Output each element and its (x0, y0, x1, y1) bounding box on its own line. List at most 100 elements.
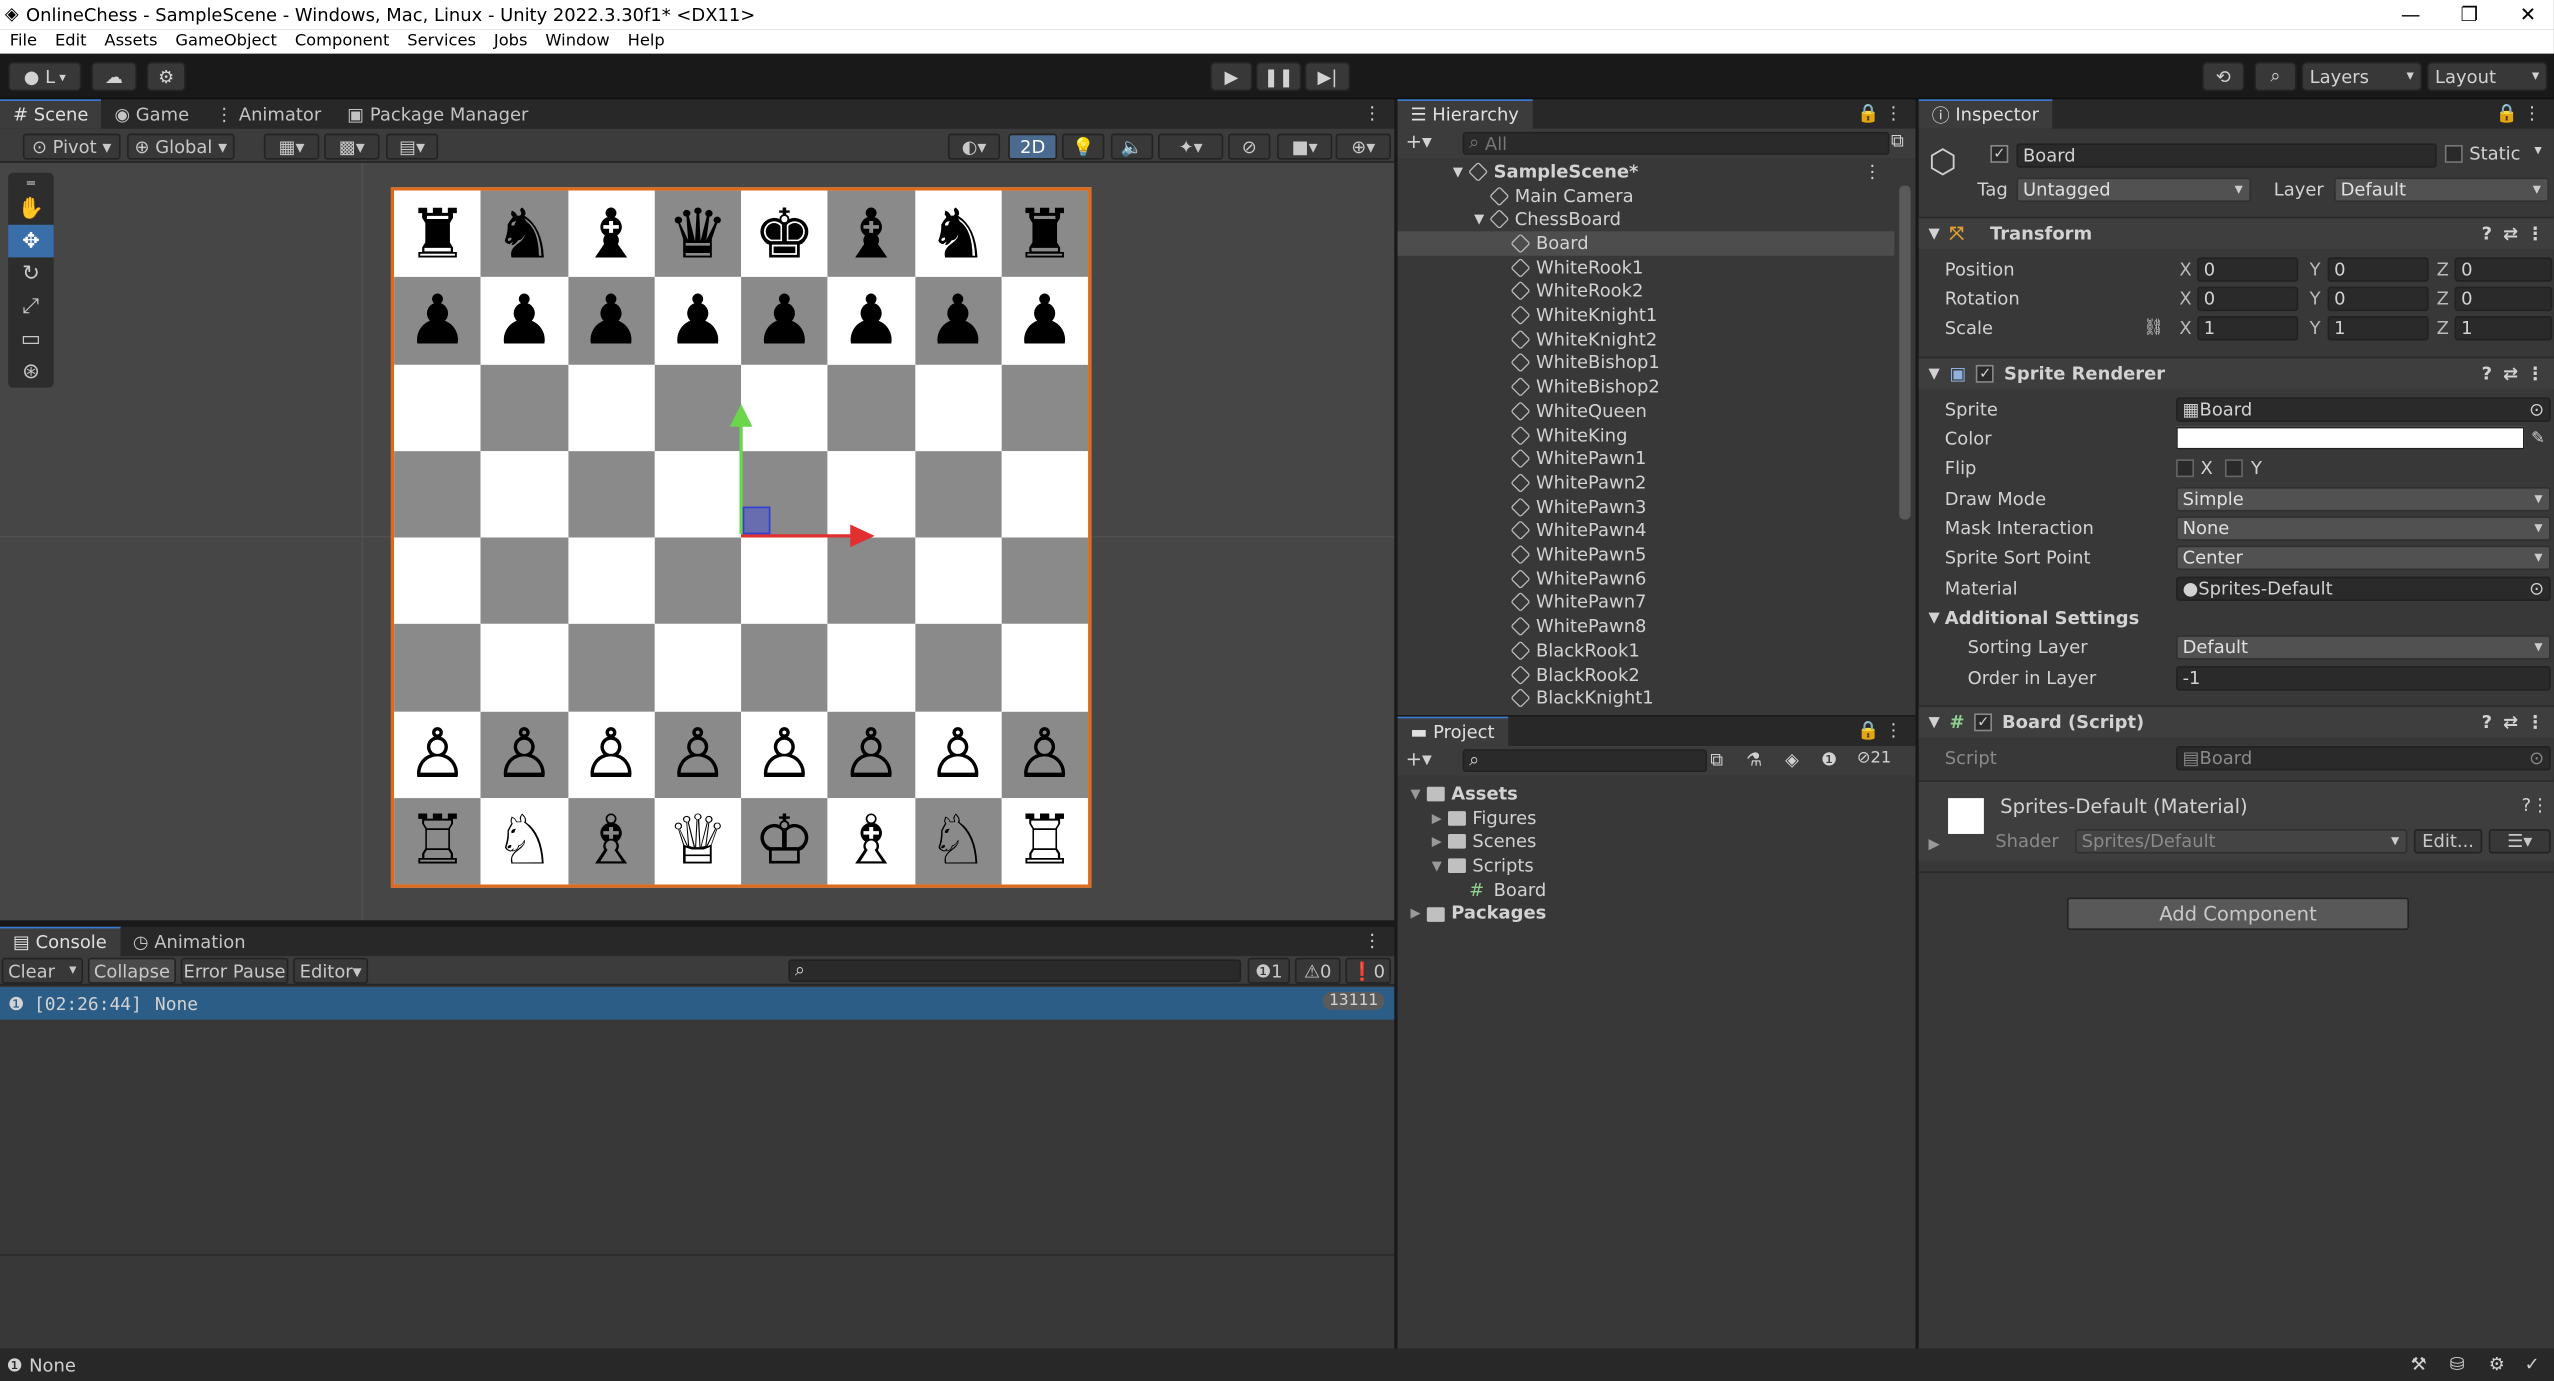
hierarchy-item[interactable]: BlackKnight1 (1398, 686, 1895, 710)
board-square[interactable] (914, 364, 1002, 451)
console-log-entry[interactable]: ❶ [02:26:44] None 13111 (0, 987, 1395, 1020)
scale-x-field[interactable]: 1 (2197, 315, 2299, 341)
board-square[interactable]: ♘ (914, 797, 1002, 885)
board-square[interactable] (567, 364, 655, 451)
tab-console[interactable]: ▤ Console (0, 926, 120, 957)
board-square[interactable]: ♝ (827, 190, 915, 278)
search-options-icon[interactable]: ⧉ (1891, 130, 1904, 153)
create-plus-icon[interactable]: +▾ (1406, 130, 1432, 153)
snap-increment-button[interactable]: ▩▾ (324, 133, 380, 160)
camera-dropdown[interactable]: ■▾ (1276, 133, 1333, 160)
board-square[interactable] (1001, 364, 1089, 451)
board-square[interactable]: ♘ (480, 797, 568, 885)
gizmo-plane-handle[interactable] (742, 506, 771, 535)
board-square[interactable]: ♗ (827, 797, 915, 885)
board-square[interactable]: ♟ (914, 277, 1002, 365)
board-square[interactable] (654, 450, 742, 538)
console-splitter[interactable] (0, 1254, 1395, 1256)
lighting-toggle[interactable]: 💡 (1061, 133, 1105, 160)
error-pause-button[interactable]: Error Pause (180, 957, 289, 984)
rotation-z-field[interactable]: 0 (2454, 286, 2553, 312)
sprite-renderer-enabled-checkbox[interactable]: ✓ (1976, 364, 1995, 383)
board-square[interactable]: ♟ (654, 277, 742, 365)
chess-piece-icon[interactable]: ♟ (667, 286, 728, 354)
project-tree-item[interactable]: ▼ Scripts (1398, 854, 1895, 878)
chess-piece-icon[interactable]: ♟ (754, 286, 815, 354)
board-square[interactable] (654, 537, 742, 625)
board-square[interactable] (741, 624, 828, 711)
hand-tool-icon[interactable]: ✋ (8, 192, 54, 225)
static-dropdown-icon[interactable]: ▾ (2534, 143, 2541, 159)
shader-dropdown[interactable]: Sprites/Default (2075, 829, 2408, 854)
collapse-button[interactable]: Collapse (87, 957, 176, 984)
chess-piece-icon[interactable]: ♙ (927, 719, 988, 788)
help-icon[interactable]: ? (2482, 223, 2492, 244)
board-square[interactable] (914, 537, 1002, 625)
tab-package-manager[interactable]: ▣ Package Manager (334, 99, 541, 128)
move-tool-icon[interactable]: ✥ (8, 224, 54, 258)
board-square[interactable] (567, 537, 655, 625)
board-square[interactable] (567, 624, 655, 711)
hierarchy-menu-icon[interactable]: ⋮ (1885, 103, 1903, 124)
board-square[interactable]: ♟ (567, 277, 655, 365)
chess-piece-icon[interactable]: ♙ (494, 719, 555, 788)
add-component-button[interactable]: Add Component (2066, 897, 2409, 931)
foldout-arrow-icon[interactable]: ▼ (1928, 226, 1939, 242)
gizmo-x-axis[interactable] (741, 534, 856, 538)
tab-animator[interactable]: ⋮ Animator (202, 99, 334, 128)
rect-tool-icon[interactable]: ▭ (8, 323, 54, 356)
board-square[interactable]: ♞ (914, 190, 1002, 278)
board-square[interactable]: ♗ (567, 797, 655, 885)
warning-filter-toggle[interactable]: ⚠ 0 (1294, 957, 1341, 984)
foldout-arrow-icon[interactable]: ▶ (1928, 837, 1939, 853)
sort-point-dropdown[interactable]: Center (2176, 545, 2551, 571)
step-button[interactable]: ▶| (1304, 61, 1351, 92)
favorite-icon[interactable]: ❶ (1821, 749, 1837, 770)
chess-piece-icon[interactable]: ♗ (841, 806, 902, 875)
board-square[interactable] (741, 537, 828, 625)
chess-piece-icon[interactable]: ♘ (494, 806, 555, 875)
hierarchy-search-input[interactable]: ⌕ All (1462, 131, 1890, 155)
hierarchy-item[interactable]: Main Camera (1398, 184, 1895, 208)
effects-dropdown[interactable]: ✦▾ (1158, 133, 1224, 160)
hierarchy-item[interactable]: WhitePawn1 (1398, 447, 1895, 471)
foldout-arrow-icon[interactable]: ▼ (1928, 366, 1939, 382)
chess-piece-icon[interactable]: ♙ (1014, 719, 1075, 788)
board-square[interactable]: ♟ (480, 277, 568, 365)
chess-piece-icon[interactable]: ♙ (841, 719, 902, 788)
board-square[interactable]: ♙ (741, 710, 828, 798)
pivot-dropdown[interactable]: ⊙ Pivot ▾ (22, 133, 121, 160)
board-square[interactable] (741, 364, 828, 451)
foldout-arrow-icon[interactable]: ▼ (1474, 212, 1484, 227)
help-icon[interactable]: ? (2522, 795, 2532, 816)
board-square[interactable]: ♕ (654, 797, 742, 885)
board-square[interactable] (394, 537, 481, 625)
tab-game[interactable]: ◉ Game (101, 99, 202, 128)
auto-generate-lighting-icon[interactable]: ⚒ (2411, 1354, 2427, 1375)
chess-piece-icon[interactable]: ♘ (927, 806, 988, 875)
flip-x-checkbox[interactable] (2176, 459, 2194, 478)
search-by-type-icon[interactable]: ⧉ (1710, 749, 1723, 772)
chess-piece-icon[interactable]: ♙ (667, 719, 728, 788)
position-z-field[interactable]: 0 (2454, 257, 2553, 282)
sorting-layer-dropdown[interactable]: Default (2176, 635, 2551, 660)
preset-icon[interactable]: ⇄ (2503, 712, 2518, 733)
lock-icon[interactable]: 🔒 (1857, 720, 1879, 741)
board-square[interactable]: ♖ (1001, 797, 1089, 885)
menu-assets[interactable]: Assets (104, 33, 157, 51)
gizmo-x-arrow-icon[interactable] (850, 524, 875, 548)
grid-snap-button[interactable]: ▦▾ (263, 133, 320, 160)
menu-component[interactable]: Component (295, 33, 390, 51)
chess-piece-icon[interactable]: ♟ (494, 286, 555, 354)
hierarchy-scrollbar[interactable] (1899, 185, 1911, 520)
board-square[interactable]: ♜ (394, 190, 481, 278)
component-menu-icon[interactable]: ⋮ (2526, 223, 2544, 244)
chess-piece-icon[interactable]: ♟ (407, 286, 468, 354)
foldout-arrow-icon[interactable]: ▼ (1453, 164, 1463, 179)
filter-icon[interactable]: ⚗ (1746, 749, 1762, 770)
order-in-layer-field[interactable]: -1 (2176, 666, 2551, 691)
board-square[interactable] (567, 450, 655, 538)
board-square[interactable] (394, 364, 481, 451)
console-search-input[interactable]: ⌕ (788, 959, 1242, 983)
board-square[interactable]: ♝ (567, 190, 655, 278)
